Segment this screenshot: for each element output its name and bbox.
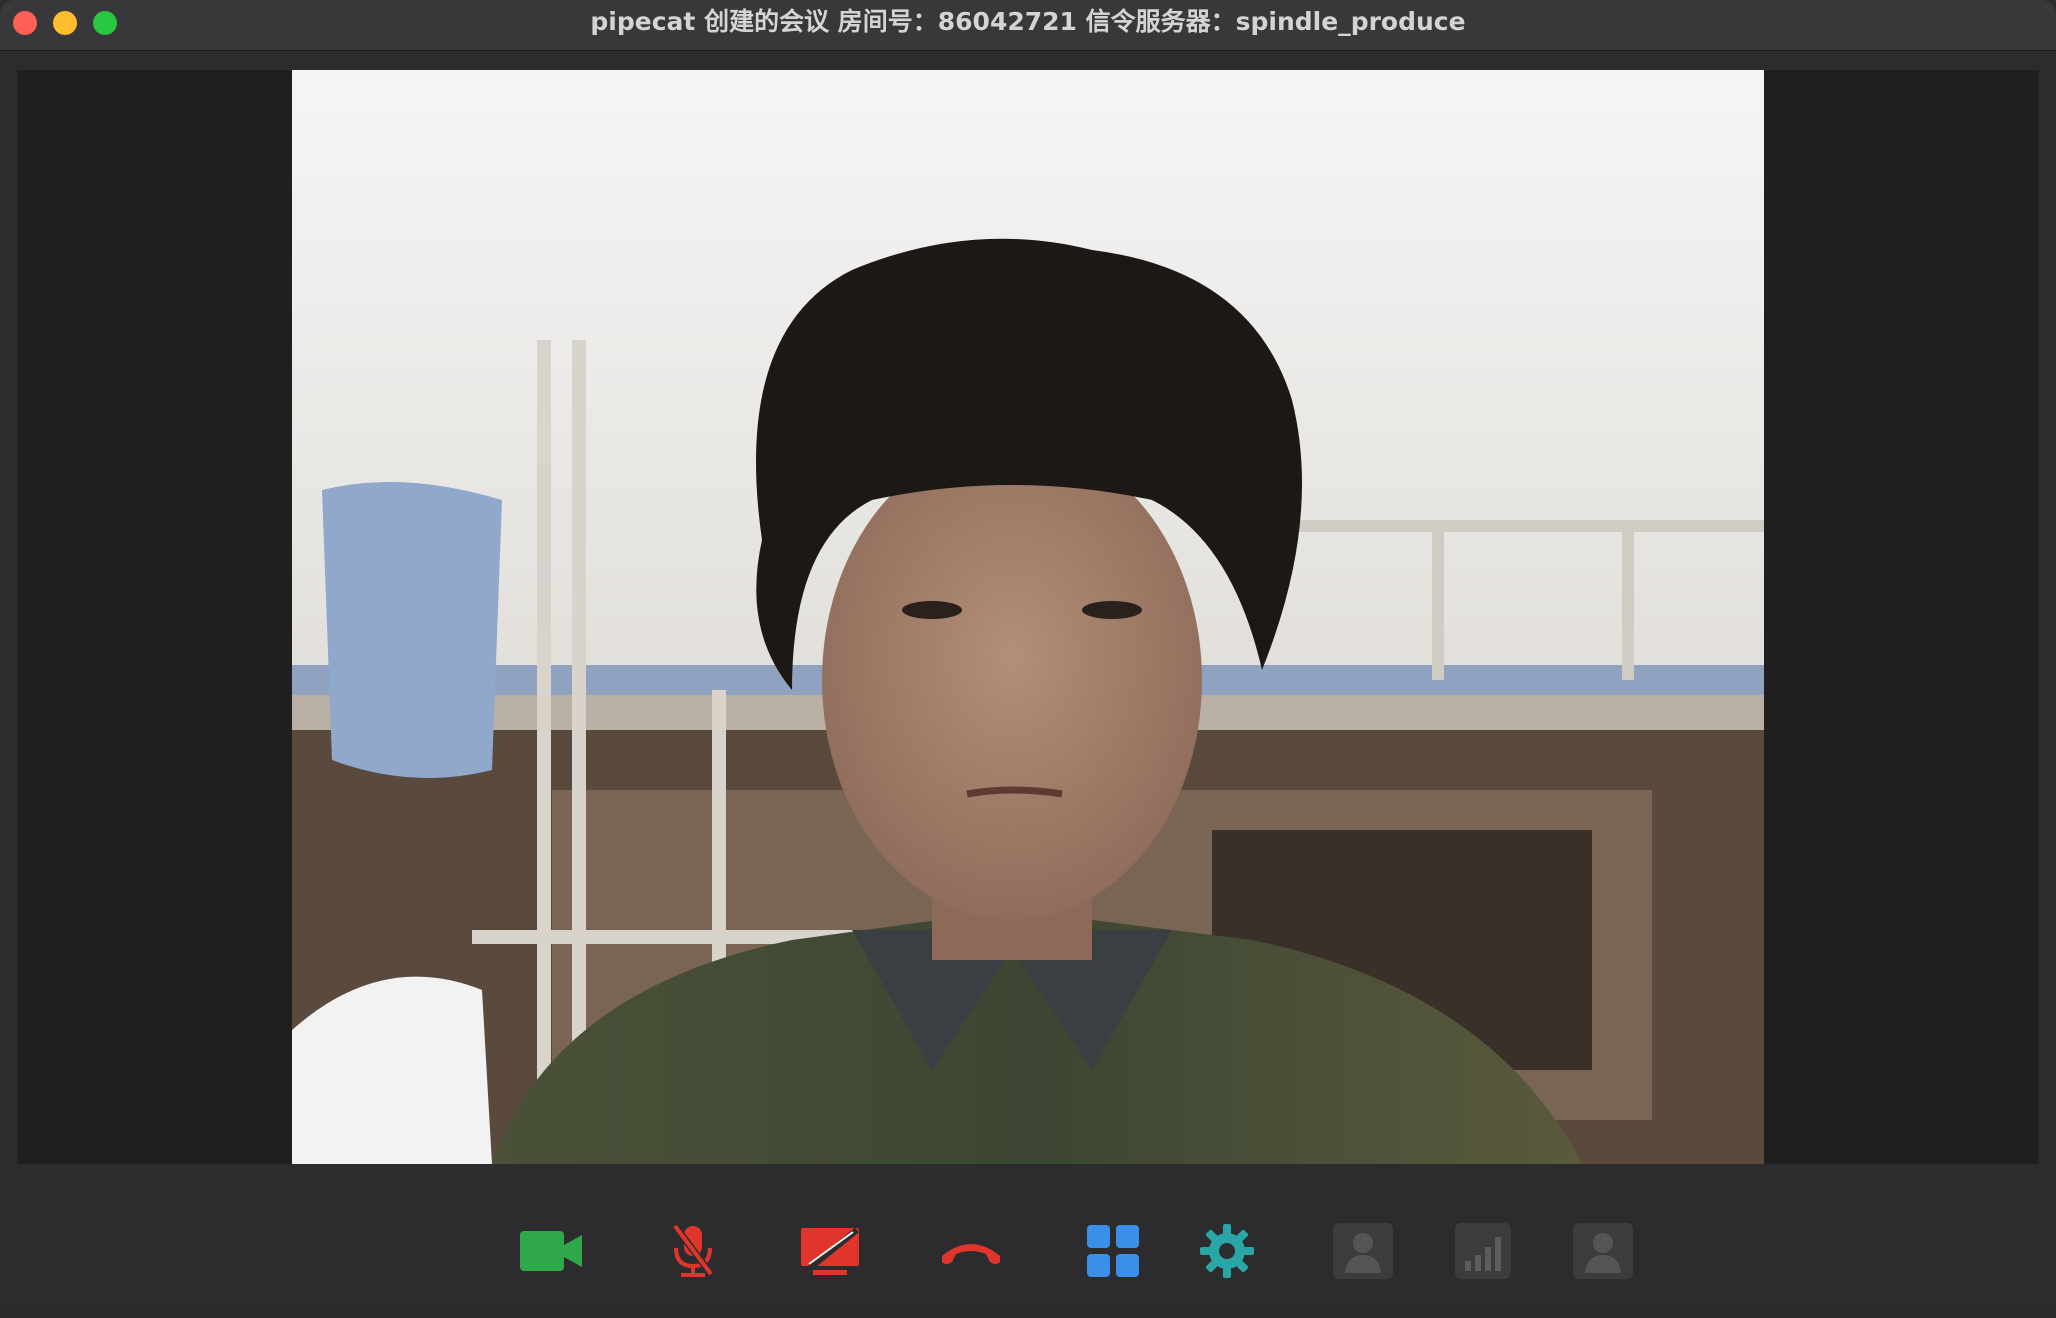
call-controls-toolbar xyxy=(0,1164,2056,1318)
camera-toggle-button[interactable] xyxy=(518,1218,584,1284)
title-bar: pipecat 创建的会议 房间号：86042721 信令服务器：spindle… xyxy=(0,0,2056,51)
participants-icon xyxy=(1333,1223,1393,1279)
video-stage xyxy=(17,70,2039,1164)
gear-icon xyxy=(1200,1224,1254,1278)
profile-button[interactable] xyxy=(1570,1218,1636,1284)
microphone-muted-icon xyxy=(671,1224,715,1278)
grid-layout-icon xyxy=(1087,1225,1139,1277)
screen-share-toggle-button[interactable] xyxy=(797,1218,863,1284)
microphone-toggle-button[interactable] xyxy=(660,1218,726,1284)
phone-hangup-icon xyxy=(940,1236,1002,1266)
user-profile-icon xyxy=(1573,1223,1633,1279)
window-title: pipecat 创建的会议 房间号：86042721 信令服务器：spindle… xyxy=(590,7,1466,36)
video-frame-illustration xyxy=(292,70,1764,1164)
screen-share-off-icon xyxy=(799,1226,861,1276)
local-video-feed xyxy=(292,70,1764,1164)
settings-button[interactable] xyxy=(1194,1218,1260,1284)
layout-toggle-button[interactable] xyxy=(1080,1218,1146,1284)
participants-button[interactable] xyxy=(1330,1218,1396,1284)
bottom-status-strip xyxy=(0,1310,2056,1318)
signal-bars-icon xyxy=(1455,1223,1511,1279)
video-camera-icon xyxy=(520,1231,582,1271)
network-status-button[interactable] xyxy=(1450,1218,1516,1284)
hang-up-button[interactable] xyxy=(938,1218,1004,1284)
app-window: pipecat 创建的会议 房间号：86042721 信令服务器：spindle… xyxy=(0,0,2056,1318)
